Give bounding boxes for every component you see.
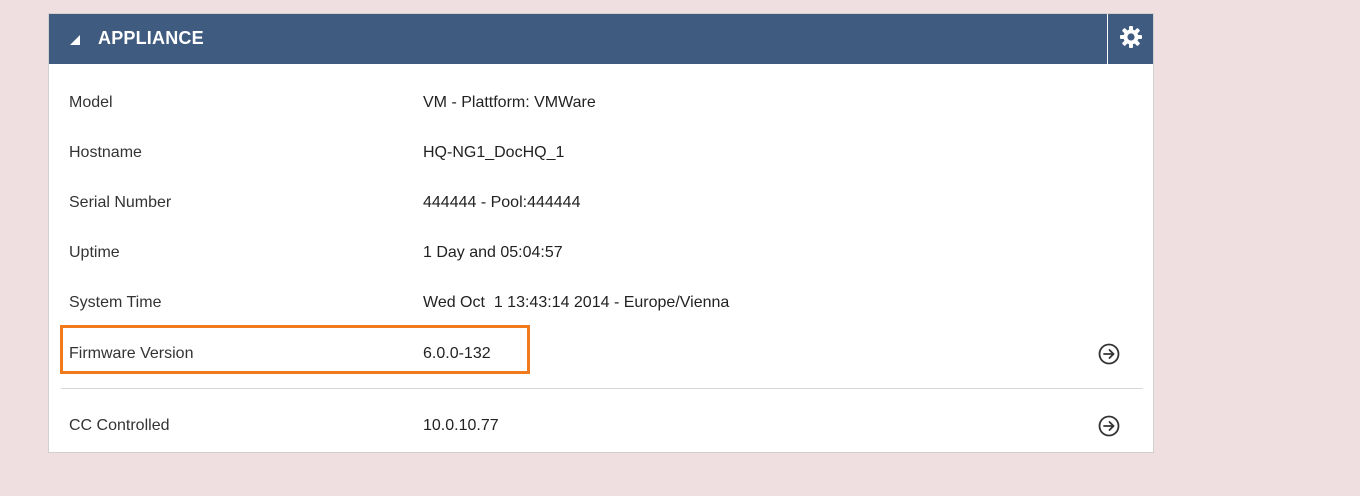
row-divider: [61, 388, 1143, 389]
arrow-right-circle-icon[interactable]: [1097, 414, 1121, 438]
arrow-right-circle-icon[interactable]: [1097, 342, 1121, 366]
model-label: Model: [69, 94, 113, 111]
row-hostname: Hostname HQ-NG1_DocHQ_1: [49, 128, 1153, 178]
triangle-collapse-icon[interactable]: [69, 33, 81, 45]
uptime-label: Uptime: [69, 244, 120, 261]
system-time-label: System Time: [69, 294, 162, 311]
appliance-panel: APPLIANCE Model VM - Plattform: VMWare H…: [48, 13, 1154, 453]
row-uptime: Uptime 1 Day and 05:04:57: [49, 228, 1153, 278]
uptime-value: 1 Day and 05:04:57: [423, 244, 563, 261]
firmware-version-value: 6.0.0-132: [423, 345, 491, 362]
cc-controlled-label: CC Controlled: [69, 417, 170, 434]
row-system-time: System Time Wed Oct 1 13:43:14 2014 - Eu…: [49, 278, 1153, 328]
gear-icon: [1119, 25, 1143, 54]
panel-header: APPLIANCE: [49, 14, 1153, 64]
panel-title: APPLIANCE: [98, 28, 204, 48]
serial-number-value: 444444 - Pool:444444: [423, 194, 581, 211]
row-cc-controlled: CC Controlled 10.0.10.77: [49, 401, 1153, 451]
serial-number-label: Serial Number: [69, 194, 172, 211]
firmware-version-label: Firmware Version: [69, 345, 194, 362]
row-firmware-version: Firmware Version 6.0.0-132: [49, 329, 1153, 379]
cc-controlled-value: 10.0.10.77: [423, 417, 499, 434]
settings-button[interactable]: [1107, 14, 1153, 64]
model-value: VM - Plattform: VMWare: [423, 94, 596, 111]
hostname-label: Hostname: [69, 144, 142, 161]
row-model: Model VM - Plattform: VMWare: [49, 78, 1153, 128]
row-serial-number: Serial Number 444444 - Pool:444444: [49, 178, 1153, 228]
hostname-value: HQ-NG1_DocHQ_1: [423, 144, 565, 161]
system-time-value: Wed Oct 1 13:43:14 2014 - Europe/Vienna: [423, 294, 730, 311]
